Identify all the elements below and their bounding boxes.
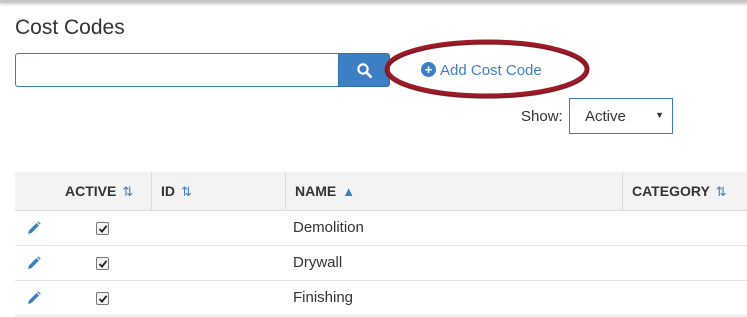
cell-name: Demolition [293,219,364,236]
table-row: Demolition [15,211,747,246]
search-input[interactable] [15,53,338,87]
add-cost-code-label: Add Cost Code [440,62,542,79]
column-divider [151,172,152,210]
sort-ascending-icon: ▲ [342,184,356,199]
edit-pencil-icon[interactable] [27,256,41,275]
column-divider [285,172,286,210]
table-row: Finishing [15,281,747,316]
sort-icon: ⇅ [181,184,192,199]
show-select-value: Active [585,108,626,125]
table-row: Drywall [15,246,747,281]
table-body: Demolition Drywall Finishing [15,211,747,316]
active-checkbox[interactable] [96,222,109,235]
page-title: Cost Codes [15,16,125,39]
column-header-category[interactable]: CATEGORY ⇅ [632,172,727,210]
active-checkbox[interactable] [96,257,109,270]
dropdown-caret-icon: ▼ [655,110,664,120]
sort-icon: ⇅ [715,184,727,199]
cell-name: Drywall [293,254,343,271]
cost-codes-table: ACTIVE ⇅ ID ⇅ NAME ▲ CATEGORY ⇅ Demolition Dr… [15,172,747,316]
column-header-name[interactable]: NAME ▲ [295,172,355,210]
edit-pencil-icon[interactable] [27,221,41,240]
edit-pencil-icon[interactable] [27,291,41,310]
table-header: ACTIVE ⇅ ID ⇅ NAME ▲ CATEGORY ⇅ [15,172,747,211]
search-button[interactable] [338,53,390,87]
column-header-active[interactable]: ACTIVE ⇅ [65,172,133,210]
sort-icon: ⇅ [122,184,134,199]
top-bar [0,0,747,3]
column-header-id[interactable]: ID ⇅ [161,172,192,210]
show-label: Show: [521,108,563,125]
plus-circle-icon: + [421,62,436,77]
column-divider [622,172,623,210]
show-select[interactable]: Active ▼ [569,98,673,134]
cell-name: Finishing [293,289,354,306]
add-cost-code-link[interactable]: + Add Cost Code [421,62,542,79]
active-checkbox[interactable] [96,292,109,305]
